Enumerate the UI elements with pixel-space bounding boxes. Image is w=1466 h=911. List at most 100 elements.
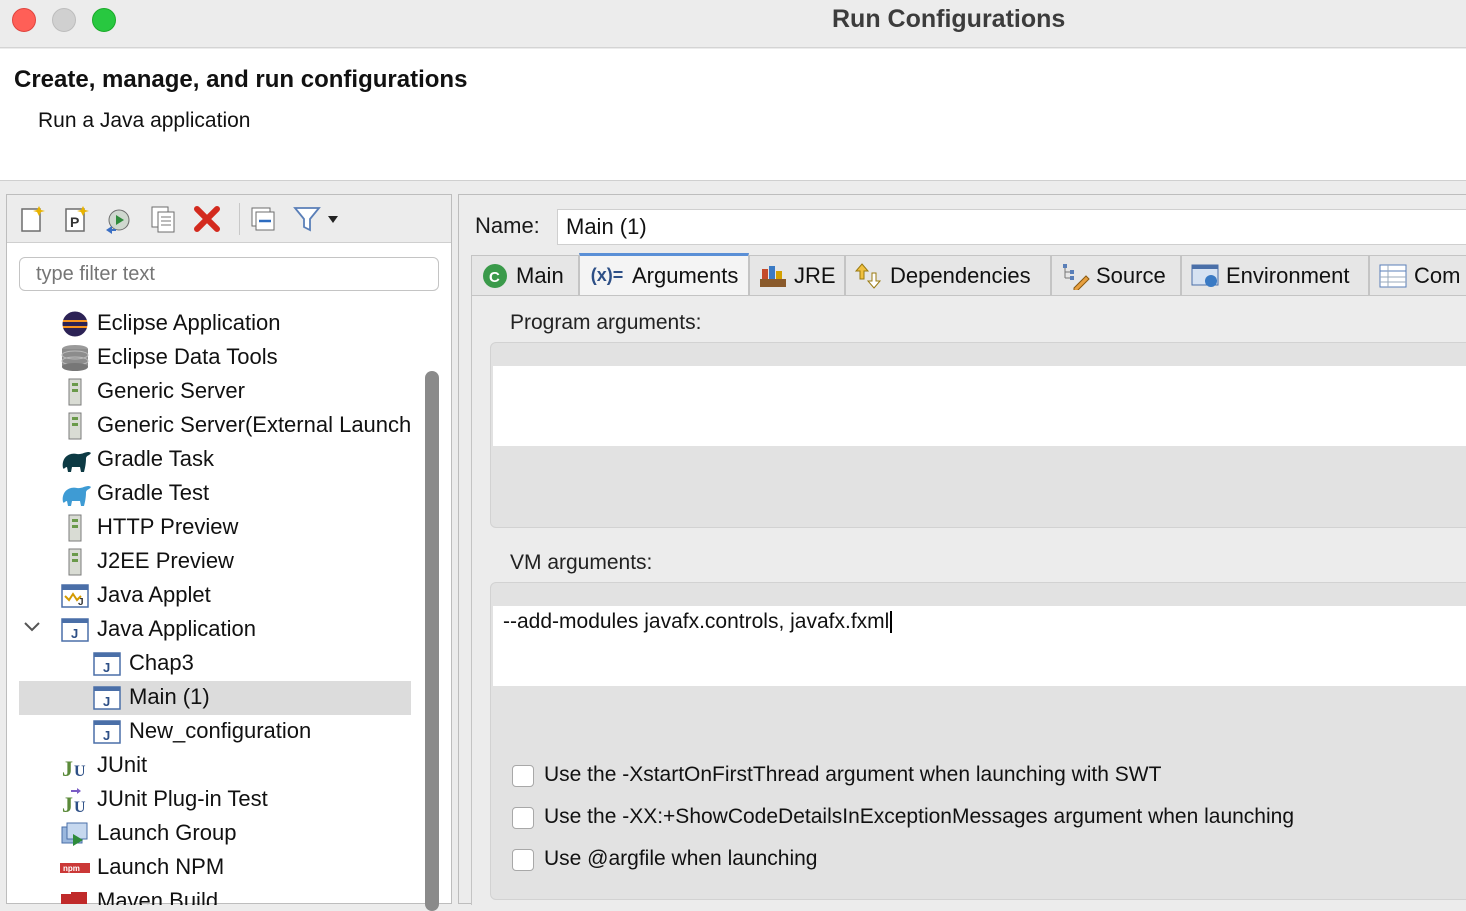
tree-item-maven-build[interactable]: Maven Build	[19, 885, 411, 905]
maximize-window-button[interactable]	[92, 8, 116, 32]
tree-item-label: JUnit Plug-in Test	[97, 786, 268, 811]
svg-text:J: J	[103, 660, 110, 675]
name-label: Name:	[475, 213, 540, 238]
tree-item-label: HTTP Preview	[97, 514, 239, 539]
server-icon	[59, 412, 91, 440]
dependencies-tab-icon	[854, 262, 884, 290]
svg-text:J: J	[71, 626, 78, 641]
tab-label: Arguments	[632, 262, 739, 288]
tab-dependencies[interactable]: Dependencies	[845, 255, 1051, 295]
tab-label: Main	[516, 262, 564, 288]
svg-text:C: C	[489, 269, 500, 286]
tab-jre[interactable]: JRE	[749, 255, 845, 295]
export-icon[interactable]	[103, 203, 135, 235]
svg-text:npm: npm	[63, 864, 80, 873]
tab-arguments[interactable]: (x)= Arguments	[579, 253, 749, 295]
tree-item-eclipse-application[interactable]: Eclipse Application	[19, 307, 411, 341]
tree-scrollbar[interactable]	[417, 301, 443, 911]
vm-args-textarea[interactable]: --add-modules javafx.controls, javafx.fx…	[493, 606, 1466, 686]
tree-item-label: Java Applet	[97, 582, 211, 607]
tree-item-java-applet[interactable]: J Java Applet	[19, 579, 411, 613]
java-app-icon: J	[91, 718, 123, 746]
tree-item-gradle-test[interactable]: Gradle Test	[19, 477, 411, 511]
config-list-panel: P Eclipse Application	[6, 194, 452, 911]
tree-item-label: J2EE Preview	[97, 548, 234, 573]
maven-icon	[59, 888, 91, 905]
scrollbar-thumb[interactable]	[425, 371, 439, 911]
tree-item-gradle-task[interactable]: Gradle Task	[19, 443, 411, 477]
xstart-checkbox[interactable]	[512, 765, 534, 787]
main-tab-icon: C	[480, 262, 510, 290]
environment-tab-icon	[1190, 262, 1220, 290]
tree-item-label: Eclipse Data Tools	[97, 344, 278, 369]
name-input[interactable]	[557, 209, 1466, 245]
database-icon	[59, 344, 91, 372]
server-icon	[59, 548, 91, 576]
tree-item-label: Launch Group	[97, 820, 237, 845]
tree-item-label: Eclipse Application	[97, 310, 281, 335]
tree-item-chap3[interactable]: J Chap3	[19, 647, 411, 681]
tab-common[interactable]: Com	[1369, 255, 1466, 295]
close-window-button[interactable]	[12, 8, 36, 32]
tree-item-label: Maven Build	[97, 888, 219, 905]
new-prototype-icon[interactable]: P	[61, 203, 93, 235]
filter-icon[interactable]	[291, 203, 323, 235]
tree-item-label: New_configuration	[129, 718, 312, 743]
dialog-header: Create, manage, and run configurations R…	[0, 49, 1466, 181]
filter-input[interactable]	[19, 257, 439, 291]
tree-item-generic-server-external[interactable]: Generic Server(External Launch)	[19, 409, 411, 443]
tree-item-http-preview[interactable]: HTTP Preview	[19, 511, 411, 545]
svg-text:U: U	[74, 763, 86, 780]
svg-text:J: J	[62, 756, 73, 780]
tab-environment[interactable]: Environment	[1181, 255, 1369, 295]
show-code-details-checkbox[interactable]	[512, 807, 534, 829]
tab-main[interactable]: C Main	[471, 255, 579, 295]
tree-item-generic-server[interactable]: Generic Server	[19, 375, 411, 409]
arguments-tab-content: Program arguments: VM arguments: --add-m…	[471, 295, 1466, 905]
tab-label: Environment	[1226, 262, 1350, 288]
tree-item-label: Launch NPM	[97, 854, 225, 879]
tree-item-junit[interactable]: JU JUnit	[19, 749, 411, 783]
show-code-details-checkbox-label: Use the -XX:+ShowCodeDetailsInExceptionM…	[544, 805, 1295, 828]
launch-group-icon	[59, 820, 91, 848]
tree-item-main-1[interactable]: J Main (1)	[19, 681, 411, 715]
minimize-window-button[interactable]	[52, 8, 76, 32]
argfile-checkbox[interactable]	[512, 849, 534, 871]
chevron-down-icon[interactable]	[23, 618, 41, 639]
tab-label: JRE	[794, 262, 836, 288]
junit-icon: JU	[59, 752, 91, 781]
filter-dropdown-icon[interactable]	[323, 203, 343, 235]
java-applet-icon: J	[59, 582, 91, 610]
tree-item-label: Gradle Task	[97, 446, 214, 471]
new-config-icon[interactable]	[17, 203, 49, 235]
tree-item-junit-plugin-test[interactable]: JU JUnit Plug-in Test	[19, 783, 411, 817]
svg-text:J: J	[62, 792, 73, 814]
tree-item-j2ee-preview[interactable]: J2EE Preview	[19, 545, 411, 579]
jre-tab-icon	[758, 262, 788, 290]
config-editor-panel: Name: C Main (x)= Arguments JRE Dependen…	[458, 194, 1466, 905]
text-caret	[890, 611, 893, 634]
tab-label: Com	[1414, 262, 1461, 288]
tree-item-launch-group[interactable]: Launch Group	[19, 817, 411, 851]
delete-icon[interactable]	[191, 203, 223, 235]
xstart-checkbox-label: Use the -XstartOnFirstThread argument wh…	[544, 763, 1162, 786]
tree-item-eclipse-data-tools[interactable]: Eclipse Data Tools	[19, 341, 411, 375]
tab-source[interactable]: Source	[1051, 255, 1181, 295]
npm-icon: npm	[59, 854, 91, 882]
duplicate-icon[interactable]	[147, 203, 179, 235]
tree-item-label: Generic Server(External Launch)	[97, 412, 411, 437]
tree-item-java-application[interactable]: J Java Application	[19, 613, 411, 647]
arguments-tab-icon-text: (x)=	[590, 265, 624, 285]
collapse-all-icon[interactable]	[247, 203, 279, 235]
header-subtitle: Run a Java application	[38, 109, 251, 132]
tree-item-label: Chap3	[129, 650, 194, 675]
junit-plugin-icon: JU	[59, 786, 91, 817]
java-app-icon: J	[91, 650, 123, 678]
common-tab-icon	[1378, 262, 1408, 290]
server-icon	[59, 514, 91, 542]
source-tab-icon	[1060, 262, 1090, 290]
tree-item-launch-npm[interactable]: npm Launch NPM	[19, 851, 411, 885]
tree-item-new-configuration[interactable]: J New_configuration	[19, 715, 411, 749]
java-app-icon: J	[91, 684, 123, 712]
program-args-textarea[interactable]	[493, 366, 1466, 446]
